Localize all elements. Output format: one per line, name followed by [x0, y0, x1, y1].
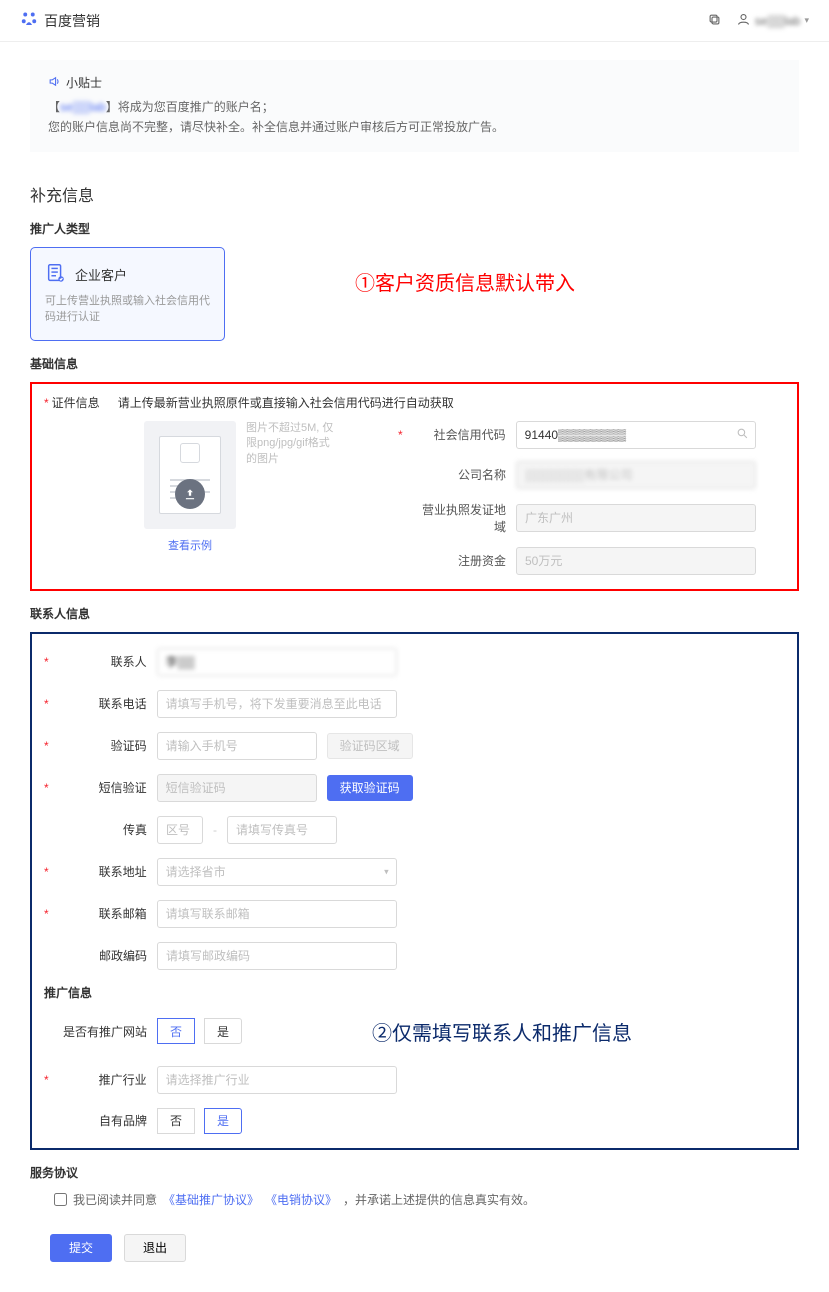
email-input[interactable]: [157, 900, 397, 928]
tips-line-2: 您的账户信息尚不完整，请尽快补全。补全信息并通过账户审核后方可正常投放广告。: [48, 117, 781, 137]
social-code-input[interactable]: [516, 421, 756, 449]
verify-code-label: 验证码: [62, 737, 147, 754]
verify-region-button: 验证码区域: [327, 733, 413, 759]
top-header: 百度营销 se▒▒lab ▾: [0, 0, 829, 42]
chevron-down-icon: ▾: [804, 15, 809, 26]
basic-promo-agreement-link[interactable]: 《基础推广协议》: [163, 1191, 259, 1208]
has-site-yes[interactable]: 是: [204, 1018, 242, 1044]
user-icon: [736, 12, 751, 30]
tips-line-1: 【se▒▒lab】将成为您百度推广的账户名；: [48, 97, 781, 117]
license-upload-zone[interactable]: [144, 421, 236, 529]
email-label: 联系邮箱: [62, 905, 147, 922]
agreement-checkbox[interactable]: [54, 1193, 67, 1206]
section-promo-info: 推广信息: [44, 984, 785, 1001]
has-site-label: 是否有推广网站: [62, 1023, 147, 1040]
exit-button[interactable]: 退出: [124, 1234, 186, 1262]
social-code-label: 社会信用代码: [416, 426, 506, 443]
section-basic-info: 基础信息: [30, 355, 799, 372]
annotation-2: ②仅需填写联系人和推广信息: [372, 1017, 632, 1046]
upload-hint: 图片不超过5M, 仅限png/jpg/gif格式的图片: [246, 421, 338, 553]
verify-code-input[interactable]: [157, 732, 317, 760]
contact-info-highlight-box: *联系人 *联系电话 *验证码 验证码区域 *短信验证 获取验证码 传真 - *…: [30, 632, 799, 1150]
sms-verify-label: 短信验证: [62, 779, 147, 796]
reg-capital-label: 注册资金: [416, 552, 506, 569]
upload-icon: [175, 479, 205, 509]
user-menu[interactable]: se▒▒lab ▾: [736, 12, 809, 30]
company-label: 公司名称: [416, 466, 506, 483]
search-icon[interactable]: [736, 427, 749, 443]
enterprise-customer-card[interactable]: 企业客户 可上传营业执照或输入社会信用代码进行认证: [30, 247, 225, 341]
document-badge-icon: [45, 262, 67, 287]
cert-label: 证件信息: [52, 396, 100, 410]
zip-label: 邮政编码: [62, 947, 147, 964]
brand-text: 百度营销: [44, 11, 100, 31]
province-city-select[interactable]: [157, 858, 397, 886]
fax-area-input[interactable]: [157, 816, 203, 844]
contact-phone-input[interactable]: [157, 690, 397, 718]
section-promoter-type: 推广人类型: [30, 220, 799, 237]
industry-select[interactable]: [157, 1066, 397, 1094]
user-name-text: se▒▒lab: [755, 14, 801, 28]
company-name-field: [516, 461, 756, 489]
fax-label: 传真: [62, 821, 147, 838]
section-supplement-title: 补充信息: [30, 182, 799, 206]
chevron-down-icon: ▾: [384, 866, 389, 877]
annotation-1: ①客户资质信息默认带入: [355, 267, 575, 296]
reg-capital-field: [516, 547, 756, 575]
card-desc: 可上传营业执照或输入社会信用代码进行认证: [45, 293, 210, 326]
card-title: 企业客户: [75, 265, 127, 284]
has-site-no[interactable]: 否: [157, 1018, 195, 1044]
brand-logo: 百度营销: [20, 10, 100, 31]
agreement-row: 我已阅读并同意 《基础推广协议》 《电销协议》 ，并承诺上述提供的信息真实有效。: [54, 1191, 799, 1208]
contact-phone-label: 联系电话: [62, 695, 147, 712]
zip-input[interactable]: [157, 942, 397, 970]
brand-icon: [20, 10, 38, 31]
view-example-link[interactable]: 查看示例: [144, 537, 236, 553]
own-brand-no[interactable]: 否: [157, 1108, 195, 1134]
section-contact-info: 联系人信息: [30, 605, 799, 622]
sms-code-input[interactable]: [157, 774, 317, 802]
section-service-agreement: 服务协议: [30, 1164, 799, 1181]
submit-button[interactable]: 提交: [50, 1234, 112, 1262]
license-region-field: [516, 504, 756, 532]
telesale-agreement-link[interactable]: 《电销协议》: [265, 1191, 337, 1208]
tips-title-text: 小贴士: [66, 74, 102, 91]
own-brand-label: 自有品牌: [62, 1112, 147, 1129]
industry-label: 推广行业: [62, 1071, 147, 1088]
tips-panel: 小贴士 【se▒▒lab】将成为您百度推广的账户名； 您的账户信息尚不完整，请尽…: [30, 60, 799, 152]
basic-info-highlight-box: *证件信息 请上传最新营业执照原件或直接输入社会信用代码进行自动获取 查看示例 …: [30, 382, 799, 591]
sound-icon: [48, 75, 61, 91]
get-sms-button[interactable]: 获取验证码: [327, 775, 413, 801]
contact-name-label: 联系人: [62, 653, 147, 670]
cert-instruction: 请上传最新营业执照原件或直接输入社会信用代码进行自动获取: [118, 394, 454, 411]
addr-label: 联系地址: [62, 863, 147, 880]
region-label: 营业执照发证地域: [416, 501, 506, 535]
own-brand-yes[interactable]: 是: [204, 1108, 242, 1134]
contact-name-input[interactable]: [157, 648, 397, 676]
copy-icon[interactable]: [707, 12, 722, 30]
fax-number-input[interactable]: [227, 816, 337, 844]
